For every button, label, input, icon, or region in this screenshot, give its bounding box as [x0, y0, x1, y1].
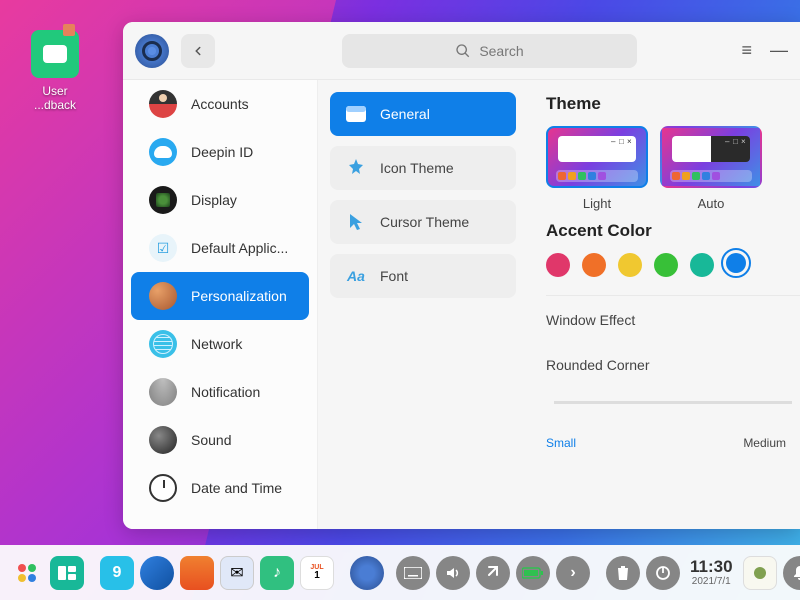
sidebar-item-accounts[interactable]: Accounts — [131, 80, 309, 128]
sidebar: Accounts Deepin ID Display Default Appli… — [123, 80, 318, 529]
sidebar-item-label: Accounts — [191, 96, 249, 112]
sidebar-item-label: Date and Time — [191, 480, 282, 496]
content-pane: Theme –□× Light –□× Auto Acce — [528, 80, 800, 529]
speaker-icon — [149, 426, 177, 454]
network-icon — [149, 330, 177, 358]
theme-preview-light: –□× — [546, 126, 648, 188]
accent-color-row — [546, 253, 800, 277]
clock-icon — [149, 474, 177, 502]
sidebar-item-date-time[interactable]: Date and Time — [131, 464, 309, 512]
taskbar-desktop-icon[interactable] — [743, 556, 777, 590]
subnav-cursor-theme[interactable]: Cursor Theme — [330, 200, 516, 244]
sidebar-item-sound[interactable]: Sound — [131, 416, 309, 464]
taskbar-power-icon[interactable] — [646, 556, 680, 590]
accounts-icon — [149, 90, 177, 118]
taskbar-network-icon[interactable] — [476, 556, 510, 590]
taskbar-music[interactable]: ♪ — [260, 556, 294, 590]
theme-label: Light — [546, 196, 648, 211]
taskbar-calendar[interactable]: JUL1 — [300, 556, 334, 590]
personalization-icon — [149, 282, 177, 310]
subnav-general[interactable]: General — [330, 92, 516, 136]
desktop-icon-user-feedback[interactable]: User ...dback — [25, 30, 85, 113]
sidebar-item-personalization[interactable]: Personalization — [131, 272, 309, 320]
sidebar-item-default-applications[interactable]: Default Applic... — [131, 224, 309, 272]
sidebar-item-display[interactable]: Display — [131, 176, 309, 224]
search-placeholder: Search — [479, 43, 523, 59]
icon-theme-icon — [346, 158, 366, 178]
sidebar-item-label: Network — [191, 336, 242, 352]
taskbar-browser[interactable] — [140, 556, 174, 590]
taskbar-app-1[interactable]: 9 — [100, 556, 134, 590]
theme-option-light[interactable]: –□× Light — [546, 126, 648, 211]
taskbar-notification-icon[interactable] — [783, 556, 800, 590]
subnav-label: Cursor Theme — [380, 214, 469, 230]
subnav-label: General — [380, 106, 430, 122]
sidebar-item-label: Display — [191, 192, 237, 208]
minimize-button[interactable]: — — [770, 40, 788, 61]
taskbar-app-store[interactable] — [180, 556, 214, 590]
window-effect-label: Window Effect — [546, 312, 635, 328]
general-icon — [346, 104, 366, 124]
subnav-font[interactable]: Aa Font — [330, 254, 516, 298]
taskbar-mail[interactable]: ✉ — [220, 556, 254, 590]
accent-swatch-teal[interactable] — [690, 253, 714, 277]
slider-label-small: Small — [546, 436, 576, 450]
settings-window: Search ≡ — Accounts Deepin ID Display De… — [123, 22, 800, 529]
sidebar-item-notification[interactable]: Notification — [131, 368, 309, 416]
theme-section-title: Theme — [546, 94, 800, 114]
subnav-icon-theme[interactable]: Icon Theme — [330, 146, 516, 190]
accent-swatch-pink[interactable] — [546, 253, 570, 277]
taskbar-launcher[interactable] — [10, 556, 44, 590]
font-icon: Aa — [346, 266, 366, 286]
rounded-corner-slider[interactable] — [554, 401, 792, 404]
taskbar-volume-icon[interactable] — [436, 556, 470, 590]
accent-section-title: Accent Color — [546, 221, 800, 241]
window-header: Search ≡ — — [123, 22, 800, 80]
taskbar: 9 ✉ ♪ JUL1 › 11:30 2021/7/1 — [0, 545, 800, 600]
sidebar-item-label: Deepin ID — [191, 144, 253, 160]
accent-swatch-blue[interactable] — [726, 253, 746, 273]
clock-date: 2021/7/1 — [690, 576, 733, 587]
rounded-corner-section: Rounded Corner Small Medium — [546, 343, 800, 450]
subnav-label: Icon Theme — [380, 160, 454, 176]
menu-button[interactable]: ≡ — [741, 40, 752, 61]
taskbar-tray-expand-icon[interactable]: › — [556, 556, 590, 590]
taskbar-clock[interactable]: 11:30 2021/7/1 — [690, 558, 733, 588]
display-icon — [149, 186, 177, 214]
sidebar-item-label: Sound — [191, 432, 231, 448]
sidebar-item-label: Notification — [191, 384, 260, 400]
sub-navigation: General Icon Theme Cursor Theme Aa Font — [318, 80, 528, 529]
bell-icon — [149, 378, 177, 406]
taskbar-settings-running[interactable] — [350, 556, 384, 590]
taskbar-keyboard-icon[interactable] — [396, 556, 430, 590]
feedback-icon — [31, 30, 79, 78]
slider-label-medium: Medium — [743, 436, 786, 450]
clock-time: 11:30 — [690, 558, 733, 577]
desktop-icon-label: User ...dback — [25, 84, 85, 113]
app-icon — [135, 34, 169, 68]
accent-swatch-orange[interactable] — [582, 253, 606, 277]
sidebar-item-label: Personalization — [191, 288, 287, 304]
back-button[interactable] — [181, 34, 215, 68]
default-app-icon — [149, 234, 177, 262]
accent-swatch-yellow[interactable] — [618, 253, 642, 277]
window-effect-row[interactable]: Window Effect — [546, 295, 800, 343]
taskbar-multitask[interactable] — [50, 556, 84, 590]
theme-label: Auto — [660, 196, 762, 211]
taskbar-trash-icon[interactable] — [606, 556, 640, 590]
sidebar-item-deepin-id[interactable]: Deepin ID — [131, 128, 309, 176]
theme-preview-auto: –□× — [660, 126, 762, 188]
subnav-label: Font — [380, 268, 408, 284]
rounded-corner-label: Rounded Corner — [546, 357, 800, 373]
cloud-icon — [149, 138, 177, 166]
accent-swatch-green[interactable] — [654, 253, 678, 277]
sidebar-item-label: Default Applic... — [191, 240, 288, 256]
search-icon — [455, 43, 471, 59]
theme-option-auto[interactable]: –□× Auto — [660, 126, 762, 211]
taskbar-battery-icon[interactable] — [516, 556, 550, 590]
sidebar-item-network[interactable]: Network — [131, 320, 309, 368]
search-input[interactable]: Search — [342, 34, 637, 68]
cursor-icon — [346, 212, 366, 232]
